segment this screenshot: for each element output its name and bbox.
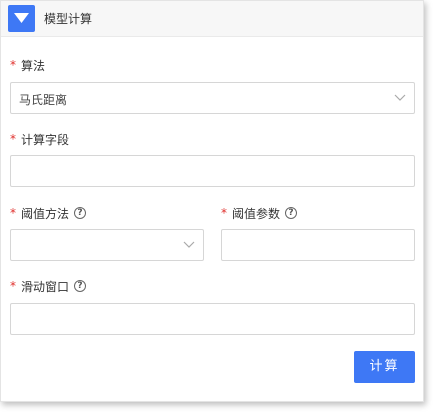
- threshold-method-label: * 阈值方法 ?: [10, 205, 87, 221]
- threshold-method-select[interactable]: [10, 229, 204, 261]
- required-mark: *: [10, 132, 16, 146]
- triangle-down-icon: [14, 13, 29, 23]
- sliding-window-label: * 滑动窗口 ?: [10, 278, 87, 294]
- sliding-window-label-text: 滑动窗口: [21, 279, 70, 294]
- calculate-button[interactable]: 计算: [354, 351, 415, 383]
- algorithm-value: 马氏距离: [19, 93, 68, 107]
- algorithm-label: * 算法: [10, 57, 45, 73]
- calc-field-label: * 计算字段: [10, 131, 69, 147]
- algorithm-select[interactable]: 马氏距离: [10, 82, 415, 114]
- required-mark: *: [10, 206, 16, 220]
- threshold-param-input[interactable]: [221, 229, 415, 261]
- question-circle-icon[interactable]: ?: [285, 207, 298, 219]
- question-circle-icon[interactable]: ?: [74, 280, 87, 292]
- sliding-window-input[interactable]: [10, 303, 415, 335]
- algorithm-label-text: 算法: [21, 58, 46, 73]
- chevron-down-icon: [183, 241, 195, 248]
- required-mark: *: [10, 279, 16, 293]
- chevron-down-icon: [394, 94, 406, 101]
- threshold-param-label: * 阈值参数 ?: [221, 205, 298, 221]
- threshold-param-label-text: 阈值参数: [232, 206, 281, 221]
- threshold-method-label-text: 阈值方法: [21, 206, 70, 221]
- panel-title: 模型计算: [44, 12, 93, 26]
- calc-field-label-text: 计算字段: [21, 132, 70, 147]
- required-mark: *: [221, 206, 227, 220]
- required-mark: *: [10, 58, 16, 72]
- model-calc-panel: 模型计算 * 算法 马氏距离 * 计算字段 * 阈值方法 ? * 阈值参数 ?: [0, 0, 424, 402]
- question-circle-icon[interactable]: ?: [74, 207, 87, 219]
- collapse-button[interactable]: [8, 5, 35, 32]
- calc-field-input[interactable]: [10, 155, 415, 187]
- panel-header: 模型计算: [1, 1, 423, 37]
